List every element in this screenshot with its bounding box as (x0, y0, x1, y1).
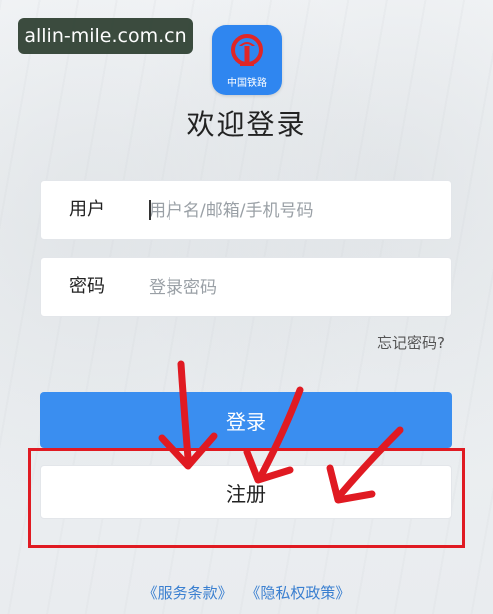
terms-link[interactable]: 《服务条款》 (143, 584, 233, 602)
page-title: 欢迎登录 (186, 108, 307, 141)
username-label: 用户 (69, 199, 105, 220)
watermark: allin-mile.com.cn (18, 18, 193, 54)
login-button[interactable]: 登录 (40, 392, 452, 448)
privacy-link[interactable]: 《隐私权政策》 (245, 584, 350, 602)
username-field[interactable]: 用户 (40, 180, 452, 241)
highlight-box (28, 448, 465, 548)
app-logo: 中国铁路 (212, 25, 282, 95)
railway-logo-icon (231, 34, 263, 66)
policy-links: 《服务条款》 《隐私权政策》 (0, 582, 493, 603)
text-caret (149, 200, 151, 220)
password-input[interactable] (149, 258, 441, 318)
logo-text: 中国铁路 (227, 78, 267, 89)
forgot-password-link[interactable]: 忘记密码? (377, 332, 445, 353)
password-label: 密码 (69, 276, 105, 297)
password-field[interactable]: 密码 (40, 257, 452, 318)
username-input[interactable] (149, 181, 441, 241)
